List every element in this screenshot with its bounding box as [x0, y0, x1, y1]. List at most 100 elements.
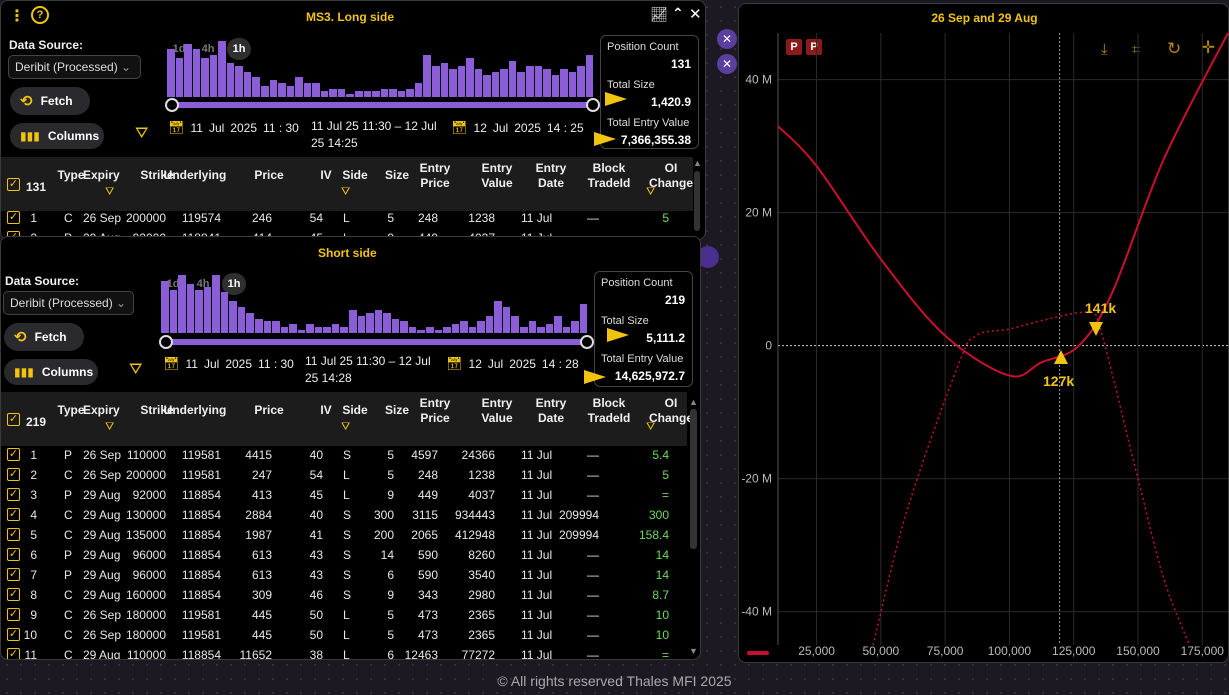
select-all-checkbox[interactable]: ✓: [7, 178, 20, 191]
table-row[interactable]: ✓ 6 P 29 Aug 96000 118854 613 43 S 14 590 8260 11 Ju…: [1, 545, 687, 565]
row-checkbox[interactable]: ✓: [7, 628, 20, 641]
expiry-filter-icon[interactable]: ⛛: [105, 186, 114, 199]
column-header[interactable]: Expiry: [83, 403, 120, 418]
row-checkbox[interactable]: ✓: [7, 588, 20, 601]
column-header[interactable]: Underlying: [161, 403, 229, 418]
column-header[interactable]: Size: [383, 168, 411, 183]
column-header[interactable]: Price: [249, 168, 289, 183]
row-checkbox[interactable]: ✓: [7, 648, 20, 659]
table-row[interactable]: ✓ 2 C 26 Sep 200000 119581 247 54 L 5 248 1238 11 Ju…: [1, 465, 687, 485]
row-checkbox[interactable]: ✓: [7, 528, 20, 541]
column-header[interactable]: IV: [317, 168, 335, 183]
column-header[interactable]: Side: [339, 403, 371, 418]
column-header[interactable]: Underlying: [161, 168, 229, 183]
long-slider-start-handle[interactable]: [165, 98, 179, 112]
short-scrollbar[interactable]: [690, 409, 697, 549]
histogram-bar: [551, 74, 560, 97]
expiry-filter-icon[interactable]: ⛛: [105, 421, 114, 434]
help-icon[interactable]: ?: [31, 6, 49, 24]
side-filter-icon[interactable]: ⛛: [341, 186, 350, 199]
oi-filter-icon[interactable]: ⛛: [646, 186, 655, 199]
long-scrollbar[interactable]: [694, 171, 700, 231]
short-histogram[interactable]: [161, 275, 588, 333]
column-header[interactable]: Side: [339, 168, 371, 183]
short-slider-end-handle[interactable]: [580, 335, 594, 349]
chart-toggle-icon[interactable]: 📈︎: [650, 6, 668, 23]
column-header[interactable]: Entry Price: [415, 161, 455, 191]
filter-clear-icon[interactable]: ⛛: [135, 125, 148, 143]
table-row[interactable]: ✓ 5 C 29 Aug 135000 118854 1987 41 S 200 2065 41294…: [1, 525, 687, 545]
short-range-slider[interactable]: [167, 339, 583, 345]
oi-filter-icon[interactable]: ⛛: [646, 421, 655, 434]
column-header[interactable]: Block TradeId: [587, 396, 631, 426]
table-row[interactable]: ✓ 4 C 29 Aug 130000 118854 2884 40 S 300 3115 93444…: [1, 505, 687, 525]
long-range-slider[interactable]: [173, 102, 589, 108]
columns-button[interactable]: ▮▮▮ Columns: [4, 359, 98, 385]
table-row[interactable]: ✓ 10 C 26 Sep 180000 119581 445 50 L 5 473 2365 11 J…: [1, 625, 687, 645]
table-row[interactable]: ✓ 3 P 29 Aug 92000 118854 413 45 L 9 449 4037 11 Jul…: [1, 485, 687, 505]
collapse-icon[interactable]: ⌃: [672, 5, 684, 22]
short-slider-start-handle[interactable]: [159, 335, 173, 349]
column-header[interactable]: Size: [383, 403, 411, 418]
table-cell: 118854: [181, 588, 221, 602]
scroll-down-icon[interactable]: ▼: [689, 646, 698, 656]
column-header[interactable]: Entry Date: [533, 161, 569, 191]
side-filter-icon[interactable]: ⛛: [341, 421, 350, 434]
row-checkbox[interactable]: ✓: [7, 211, 20, 224]
column-header[interactable]: Type: [57, 168, 85, 183]
column-header[interactable]: Entry Price: [415, 396, 455, 426]
column-header[interactable]: Entry Value: [475, 396, 519, 426]
scroll-up-icon[interactable]: ▲: [689, 397, 698, 407]
column-header[interactable]: Entry Value: [475, 161, 519, 191]
histogram-bar: [195, 289, 203, 333]
menu-icon[interactable]: ⋮: [9, 6, 25, 26]
table-row[interactable]: ✓ 7 P 29 Aug 96000 118854 613 43 S 6 590 3540 11 Jul…: [1, 565, 687, 585]
data-source-select[interactable]: Deribit (Processed) ⌄: [3, 291, 134, 315]
table-row[interactable]: ✓ 1 C 26 Sep 200000 119574 246 54 L 5 248 1238 11 Ju…: [1, 208, 693, 228]
column-header[interactable]: Entry Date: [533, 396, 569, 426]
payoff-chart[interactable]: 40 M 20 M 0 -20 M -40 M 25,000 50,000 75,000 10…: [738, 3, 1229, 663]
table-row[interactable]: ✓ 11 C 29 Aug 110000 118854 11652 38 L 6 12463 7727…: [1, 645, 687, 660]
row-checkbox[interactable]: ✓: [7, 488, 20, 501]
histogram-bar: [320, 91, 329, 97]
column-header[interactable]: Expiry: [83, 168, 120, 183]
close-node-icon-2[interactable]: ✕: [717, 54, 737, 74]
long-slider-end-handle[interactable]: [586, 98, 600, 112]
column-header[interactable]: Block TradeId: [587, 161, 631, 191]
row-checkbox[interactable]: ✓: [7, 568, 20, 581]
scroll-up-icon[interactable]: ▲: [693, 158, 702, 168]
row-checkbox[interactable]: ✓: [7, 508, 20, 521]
value-pointer-icon: [584, 370, 606, 384]
table-cell: 2365: [468, 608, 495, 622]
data-source-select[interactable]: Deribit (Processed) ⌄: [8, 55, 141, 79]
table-cell: C: [64, 648, 73, 660]
short-start-date[interactable]: 📅︎ 11 Jul 2025 11 : 30: [163, 356, 294, 372]
table-cell: 4037: [468, 488, 495, 502]
long-end-date[interactable]: 📅︎ 12 Jul 2025 14 : 25: [451, 120, 584, 136]
column-header[interactable]: Price: [249, 403, 289, 418]
long-histogram[interactable]: [167, 41, 594, 97]
table-cell: P: [64, 448, 73, 462]
column-header[interactable]: IV: [317, 403, 335, 418]
table-row[interactable]: ✓ 9 C 26 Sep 180000 119581 445 50 L 5 473 2365 11 Ju…: [1, 605, 687, 625]
row-checkbox[interactable]: ✓: [7, 468, 20, 481]
position-count-value: 219: [664, 293, 685, 307]
row-checkbox[interactable]: ✓: [7, 608, 20, 621]
filter-clear-icon[interactable]: ⛛: [129, 361, 142, 379]
row-checkbox[interactable]: ✓: [7, 448, 20, 461]
column-header[interactable]: Type: [57, 403, 85, 418]
short-end-date[interactable]: 📅︎ 12 Jul 2025 14 : 28: [446, 356, 579, 372]
columns-button[interactable]: ▮▮▮ Columns: [10, 123, 104, 149]
histogram-bar: [337, 88, 346, 97]
row-checkbox[interactable]: ✓: [7, 548, 20, 561]
fetch-button[interactable]: ⟲ Fetch: [10, 87, 90, 115]
histogram-bar: [226, 63, 235, 97]
fetch-button[interactable]: ⟲ Fetch: [4, 323, 84, 351]
table-row[interactable]: ✓ 8 C 29 Aug 160000 118854 309 46 S 9 343 2980 11 Ju…: [1, 585, 687, 605]
table-cell: 29 Aug: [83, 528, 121, 542]
table-row[interactable]: ✓ 1 P 26 Sep 110000 119581 4415 40 S 5 4597 24366 11…: [1, 445, 687, 465]
close-icon[interactable]: ✕: [689, 5, 702, 23]
long-start-date[interactable]: 📅︎ 11 Jul 2025 11 : 30: [168, 120, 299, 136]
select-all-checkbox[interactable]: ✓: [7, 413, 20, 426]
close-node-icon-1[interactable]: ✕: [717, 29, 737, 49]
